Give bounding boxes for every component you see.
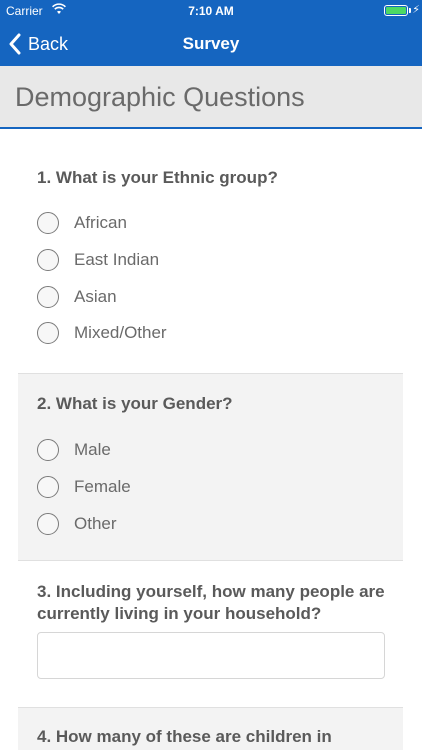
option-label: Male xyxy=(74,440,111,460)
page-title: Survey xyxy=(182,34,240,53)
radio-option-asian[interactable]: Asian xyxy=(37,278,393,315)
option-label: East Indian xyxy=(74,250,160,270)
radio-button[interactable] xyxy=(37,212,59,235)
status-bar: Carrier 7:10 AM ⚡ xyxy=(0,0,422,22)
option-label: Asian xyxy=(74,286,117,306)
navigation-bar: Back Survey xyxy=(0,22,422,66)
status-time: 7:10 AM xyxy=(188,4,234,18)
question-household-size: 3. Including yourself, how many people a… xyxy=(18,562,403,706)
radio-button[interactable] xyxy=(37,322,59,345)
radio-group: Male Female Other xyxy=(37,432,393,542)
battery-icon xyxy=(384,5,408,16)
option-label: Other xyxy=(74,513,117,533)
radio-button[interactable] xyxy=(37,285,59,308)
battery-tip xyxy=(409,8,411,13)
radio-option-african[interactable]: African xyxy=(37,205,393,242)
radio-option-east-indian[interactable]: East Indian xyxy=(37,242,393,279)
section-header: Demographic Questions xyxy=(0,66,422,129)
radio-option-male[interactable]: Male xyxy=(37,432,393,469)
radio-button[interactable] xyxy=(37,249,59,272)
option-label: Mixed/Other xyxy=(74,323,167,343)
option-label: Female xyxy=(74,477,131,497)
question-gender: 2. What is your Gender? Male Female Othe… xyxy=(18,373,403,561)
household-size-input[interactable] xyxy=(37,632,385,679)
radio-group: African East Indian Asian Mixed/Other xyxy=(37,205,393,352)
radio-button[interactable] xyxy=(37,439,59,462)
radio-button[interactable] xyxy=(37,512,59,535)
question-text: 3. Including yourself, how many people a… xyxy=(37,582,385,623)
question-children-count: 4. How many of these are children in xyxy=(18,707,403,750)
option-label: African xyxy=(74,213,127,233)
radio-button[interactable] xyxy=(37,476,59,499)
question-text: 2. What is your Gender? xyxy=(37,394,233,413)
question-ethnic-group: 1. What is your Ethnic group? African Ea… xyxy=(18,150,403,372)
radio-option-other[interactable]: Other xyxy=(37,505,393,542)
radio-option-mixed-other[interactable]: Mixed/Other xyxy=(37,315,393,352)
bolt-icon: ⚡ xyxy=(412,4,420,16)
section-title: Demographic Questions xyxy=(15,82,305,112)
question-text: 4. How many of these are children in xyxy=(37,727,332,746)
question-text: 1. What is your Ethnic group? xyxy=(37,168,278,187)
radio-option-female[interactable]: Female xyxy=(37,469,393,506)
